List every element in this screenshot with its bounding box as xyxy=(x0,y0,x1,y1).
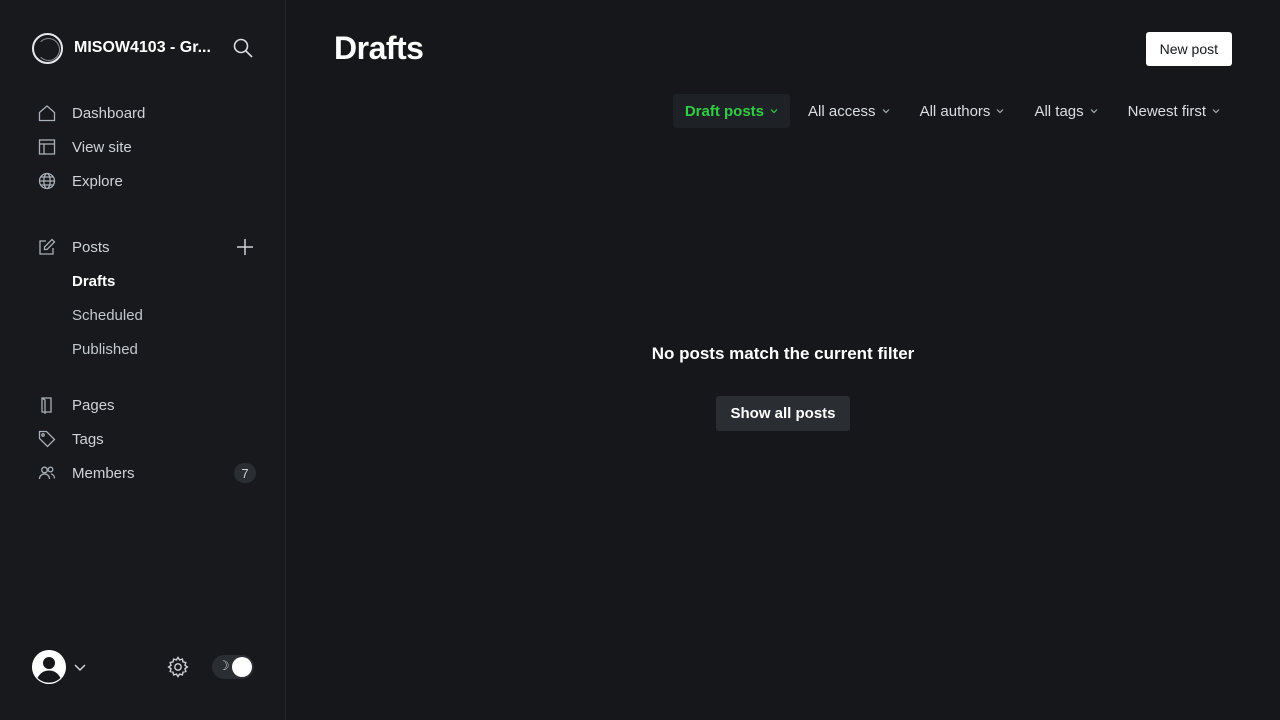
show-all-posts-button[interactable]: Show all posts xyxy=(716,396,850,431)
filter-authors-dropdown[interactable]: All authors xyxy=(908,94,1017,128)
sidebar-item-tags[interactable]: Tags xyxy=(32,422,256,456)
gear-icon[interactable] xyxy=(166,655,190,679)
theme-toggle[interactable]: ☽ xyxy=(212,655,254,679)
site-nav: Pages Tags Members 7 xyxy=(32,388,256,490)
app-root: MISOW4103 - Gr... Dashboard View site Ex… xyxy=(0,0,1280,720)
main-content: Drafts New post Draft posts All access A… xyxy=(286,0,1280,720)
pencil-square-icon xyxy=(36,236,58,258)
sidebar-item-members[interactable]: Members 7 xyxy=(32,456,256,490)
sidebar: MISOW4103 - Gr... Dashboard View site Ex… xyxy=(0,0,286,720)
filter-access-dropdown[interactable]: All access xyxy=(796,94,902,128)
empty-state-message: No posts match the current filter xyxy=(651,344,915,363)
sidebar-item-label: Posts xyxy=(72,238,110,256)
plus-icon[interactable] xyxy=(234,236,256,258)
content-nav: Posts Drafts Scheduled Published xyxy=(32,230,256,366)
sidebar-item-label: Dashboard xyxy=(72,104,146,122)
chevron-down-icon xyxy=(770,109,778,114)
chevron-down-icon xyxy=(882,109,889,114)
search-icon[interactable] xyxy=(232,37,254,59)
tag-icon xyxy=(36,428,58,450)
filter-tags-dropdown[interactable]: All tags xyxy=(1022,94,1109,128)
home-icon xyxy=(36,102,58,124)
brand: MISOW4103 - Gr... xyxy=(32,32,256,64)
primary-nav: Dashboard View site Explore xyxy=(32,96,256,198)
page-title: Drafts xyxy=(334,30,424,66)
sidebar-subitem-scheduled[interactable]: Scheduled xyxy=(32,298,256,332)
chevron-down-icon xyxy=(1090,109,1098,114)
sidebar-footer: ☽ xyxy=(32,650,256,684)
layout-icon xyxy=(36,136,58,158)
site-title[interactable]: MISOW4103 - Gr... xyxy=(74,39,212,57)
moon-icon: ☽ xyxy=(218,658,230,673)
toggle-knob xyxy=(232,657,252,677)
filter-label: All tags xyxy=(1034,102,1084,120)
sidebar-item-explore[interactable]: Explore xyxy=(32,164,256,198)
members-count-badge: 7 xyxy=(234,463,256,483)
filter-sort-dropdown[interactable]: Newest first xyxy=(1116,94,1232,128)
filter-label: Draft posts xyxy=(684,102,765,120)
members-icon xyxy=(36,462,58,484)
site-logo-icon[interactable] xyxy=(32,32,63,64)
sidebar-item-posts[interactable]: Posts xyxy=(32,230,256,264)
filter-label: Newest first xyxy=(1127,102,1206,120)
sidebar-item-label: View site xyxy=(72,138,132,156)
filter-type-dropdown[interactable]: Draft posts xyxy=(672,94,791,128)
user-avatar-icon[interactable] xyxy=(32,650,66,684)
sidebar-item-label: Pages xyxy=(72,396,115,414)
filter-bar: Draft posts All access All authors All t… xyxy=(667,94,1232,128)
empty-state: No posts match the current filter Show a… xyxy=(334,344,1232,431)
sidebar-item-dashboard[interactable]: Dashboard xyxy=(32,96,256,130)
sidebar-subitem-published[interactable]: Published xyxy=(32,332,256,366)
sidebar-item-label: Tags xyxy=(72,430,104,448)
sidebar-item-label: Explore xyxy=(72,172,123,190)
sidebar-subitem-drafts[interactable]: Drafts xyxy=(32,264,256,298)
filter-label: All access xyxy=(808,102,876,120)
chevron-down-icon xyxy=(997,109,1004,114)
filter-label: All authors xyxy=(919,102,991,120)
globe-icon xyxy=(36,170,58,192)
new-post-button[interactable]: New post xyxy=(1145,32,1232,66)
page-icon xyxy=(36,394,58,416)
sidebar-item-view-site[interactable]: View site xyxy=(32,130,256,164)
sidebar-item-label: Members xyxy=(72,464,135,482)
sidebar-item-pages[interactable]: Pages xyxy=(32,388,256,422)
chevron-down-icon[interactable] xyxy=(72,659,88,675)
chevron-down-icon xyxy=(1212,109,1220,114)
